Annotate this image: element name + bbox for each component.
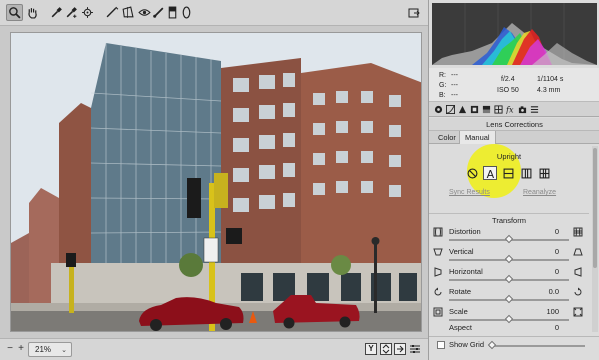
vertical-label: Vertical — [449, 247, 474, 256]
basic-tab-icon[interactable] — [433, 104, 444, 115]
aspect-label: Aspect — [449, 323, 472, 332]
zoom-level-value: 21% — [35, 345, 52, 354]
g-value: --- — [451, 82, 458, 89]
scale-down-icon — [433, 307, 443, 317]
tab-manual[interactable]: Manual — [459, 131, 496, 144]
horizontal-keystone-right-icon — [573, 267, 583, 277]
scale-label: Scale — [449, 307, 468, 316]
focal-length-value: 4.3 mm — [537, 87, 561, 94]
horizontal-label: Horizontal — [449, 267, 483, 276]
tab-color[interactable]: Color — [433, 131, 461, 144]
photo-preview — [11, 33, 421, 331]
tone-curve-tab-icon[interactable] — [445, 104, 456, 115]
rotate-right-icon — [573, 287, 583, 297]
vertical-value[interactable]: 0 — [525, 247, 559, 256]
r-label: R: — [439, 72, 446, 79]
svg-text:fx: fx — [506, 105, 514, 114]
r-value: --- — [451, 72, 458, 79]
rotate-label: Rotate — [449, 287, 472, 296]
vertical-thumb[interactable] — [504, 254, 514, 264]
iso-value: ISO 50 — [497, 87, 519, 94]
radial-filter-tool-icon[interactable] — [178, 4, 195, 21]
color-sampler-tool-icon[interactable] — [63, 4, 80, 21]
b-label: B: — [439, 92, 446, 99]
camera-calibration-tab-icon[interactable] — [517, 104, 528, 115]
tool-bar — [0, 0, 428, 26]
lens-corrections-subtabs: Color Manual — [429, 131, 599, 144]
aspect-slider-row: Aspect 0 — [429, 322, 592, 336]
vertical-keystone-left-icon — [433, 247, 443, 257]
transform-title: Transform — [429, 213, 589, 225]
split-toning-tab-icon[interactable] — [481, 104, 492, 115]
b-value: --- — [451, 92, 458, 99]
sync-results-link[interactable]: Sync Results — [449, 189, 490, 196]
reanalyze-link[interactable]: Reanalyze — [523, 189, 556, 196]
zoom-out-button[interactable]: − — [5, 344, 15, 354]
panel-section-title: Lens Corrections — [429, 118, 599, 131]
upright-buttons: A — [465, 166, 560, 182]
show-grid-label: Show Grid — [449, 340, 485, 349]
upright-title: Upright — [496, 152, 522, 161]
histogram — [432, 3, 597, 65]
preview-preferences-icon[interactable] — [409, 343, 421, 355]
horizontal-thumb[interactable] — [504, 274, 514, 284]
detail-tab-icon[interactable] — [457, 104, 468, 115]
grid-size-track[interactable] — [489, 345, 585, 347]
copy-settings-icon[interactable] — [394, 343, 406, 355]
aspect-value[interactable]: 0 — [525, 323, 559, 332]
targeted-adjustment-tool-icon[interactable] — [79, 4, 96, 21]
pixel-readout: R: --- G: --- B: --- f/2.4 1/1104 s ISO 50 … — [429, 68, 599, 102]
scrollbar-thumb[interactable] — [593, 148, 597, 268]
upright-off-button[interactable] — [465, 166, 479, 180]
status-bar: − + 21% ⌄ Y — [0, 338, 428, 360]
hand-tool-icon[interactable] — [24, 4, 41, 21]
upright-vertical-button[interactable] — [519, 166, 533, 180]
upright-level-button[interactable] — [501, 166, 515, 180]
distortion-thumb[interactable] — [504, 234, 514, 244]
upright-auto-button[interactable]: A — [483, 166, 497, 180]
g-label: G: — [439, 82, 447, 89]
rotate-value[interactable]: 0.0 — [525, 287, 559, 296]
before-after-toggle-button[interactable]: Y — [365, 343, 377, 355]
rotate-thumb[interactable] — [504, 294, 514, 304]
transform-tool-icon[interactable] — [119, 4, 136, 21]
settings-panel: R: --- G: --- B: --- f/2.4 1/1104 s ISO 50 … — [428, 0, 599, 360]
aperture-value: f/2.4 — [501, 76, 515, 83]
upright-full-button[interactable] — [537, 166, 551, 180]
rotate-slider-row: Rotate 0.0 — [429, 286, 592, 306]
zoom-level-select[interactable]: 21% ⌄ — [28, 342, 72, 357]
scale-up-icon — [573, 307, 583, 317]
shutter-value: 1/1104 s — [537, 76, 564, 83]
horizontal-slider-row: Horizontal 0 — [429, 266, 592, 286]
image-canvas[interactable] — [10, 32, 422, 332]
chevron-down-icon: ⌄ — [61, 347, 67, 354]
vertical-keystone-right-icon — [573, 247, 583, 257]
zoom-in-button[interactable]: + — [16, 344, 26, 354]
horizontal-value[interactable]: 0 — [525, 267, 559, 276]
scale-value[interactable]: 100 — [525, 307, 559, 316]
grid-size-thumb[interactable] — [487, 340, 497, 350]
open-object-icon[interactable] — [406, 5, 422, 21]
barrel-distortion-icon — [433, 227, 443, 237]
show-grid-checkbox[interactable] — [437, 341, 445, 349]
swap-before-after-icon[interactable] — [380, 343, 392, 355]
distortion-value[interactable]: 0 — [525, 227, 559, 236]
distortion-slider-row: Distortion 0 — [429, 226, 592, 246]
panel-scrollbar[interactable] — [592, 146, 598, 332]
vertical-slider-row: Vertical 0 — [429, 246, 592, 266]
rotate-left-icon — [433, 287, 443, 297]
zoom-tool-icon[interactable] — [6, 4, 23, 21]
panel-tab-icons: fx — [429, 102, 599, 117]
hsl-tab-icon[interactable] — [469, 104, 480, 115]
lens-corrections-tab-icon[interactable] — [493, 104, 504, 115]
show-grid-row: Show Grid — [429, 336, 599, 352]
horizontal-keystone-left-icon — [433, 267, 443, 277]
effects-tab-icon[interactable]: fx — [505, 104, 516, 115]
distortion-label: Distortion — [449, 227, 481, 236]
pincushion-distortion-icon — [573, 227, 583, 237]
svg-text:A: A — [486, 168, 494, 179]
presets-tab-icon[interactable] — [529, 104, 540, 115]
